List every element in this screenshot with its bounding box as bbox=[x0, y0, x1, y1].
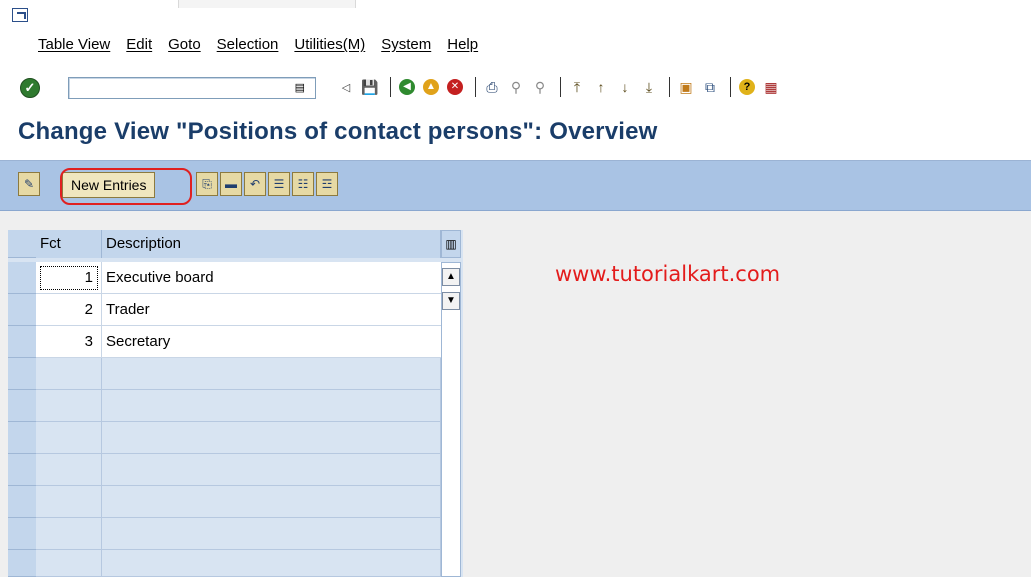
select-all-rows-cell[interactable] bbox=[8, 230, 36, 258]
prev-page-icon[interactable]: ↑ bbox=[591, 77, 611, 97]
shortcut-icon[interactable]: ⧉ bbox=[700, 77, 720, 97]
column-header-description[interactable]: Description bbox=[102, 230, 441, 258]
new-session-icon[interactable]: ▣ bbox=[676, 77, 696, 97]
table-cell-description[interactable]: Executive board bbox=[102, 262, 441, 294]
select-all-icon[interactable]: ☰ bbox=[268, 172, 290, 196]
empty-cell[interactable] bbox=[36, 518, 102, 550]
system-menu-icon[interactable] bbox=[12, 8, 28, 22]
help-icon[interactable]: ? bbox=[737, 77, 757, 97]
toolbar-separator bbox=[730, 77, 731, 97]
menu-items: Table View Edit Goto Selection Utilities… bbox=[38, 36, 494, 53]
deselect-all-icon[interactable]: ☲ bbox=[316, 172, 338, 196]
empty-cell[interactable] bbox=[102, 454, 441, 486]
table-settings-icon[interactable]: ▥ bbox=[441, 230, 461, 258]
command-history-icon[interactable]: ▤ bbox=[295, 81, 305, 94]
empty-cell[interactable] bbox=[36, 390, 102, 422]
table-cell-description[interactable]: Secretary bbox=[102, 326, 441, 358]
find-icon[interactable]: ⚲ bbox=[506, 77, 526, 97]
watermark-text: www.tutorialkart.com bbox=[555, 262, 781, 286]
cancel-icon[interactable]: ✕ bbox=[445, 77, 465, 97]
row-selector[interactable] bbox=[8, 422, 36, 454]
empty-cell[interactable] bbox=[102, 486, 441, 518]
row-selector[interactable] bbox=[8, 390, 36, 422]
empty-cell[interactable] bbox=[36, 358, 102, 390]
exit-icon[interactable]: ▲ bbox=[421, 77, 441, 97]
empty-cell[interactable] bbox=[102, 518, 441, 550]
row-selector[interactable] bbox=[8, 326, 36, 358]
menu-help[interactable]: Help bbox=[447, 36, 478, 53]
table-cell-fct[interactable]: 3 bbox=[36, 326, 102, 358]
table-cell-fct[interactable]: 1 bbox=[36, 262, 102, 294]
first-page-icon[interactable]: ⤒ bbox=[567, 77, 587, 97]
customize-layout-icon[interactable]: ▦ bbox=[761, 77, 781, 97]
command-field[interactable]: ▤ bbox=[68, 77, 316, 99]
row-selector[interactable] bbox=[8, 518, 36, 550]
next-page-icon[interactable]: ↓ bbox=[615, 77, 635, 97]
page-title: Change View "Positions of contact person… bbox=[18, 118, 658, 145]
empty-cell[interactable] bbox=[36, 486, 102, 518]
row-selector[interactable] bbox=[8, 262, 36, 294]
toolbar-separator bbox=[475, 77, 476, 97]
toolbar-separator bbox=[669, 77, 670, 97]
menu-edit[interactable]: Edit bbox=[126, 36, 152, 53]
menu-table-view[interactable]: Table View bbox=[38, 36, 110, 53]
row-selector[interactable] bbox=[8, 358, 36, 390]
table-cell-fct[interactable]: 2 bbox=[36, 294, 102, 326]
row-selector[interactable] bbox=[8, 550, 36, 577]
toolbar-separator bbox=[390, 77, 391, 97]
scroll-down-icon[interactable]: ▼ bbox=[442, 292, 460, 310]
last-page-icon[interactable]: ⤓ bbox=[639, 77, 659, 97]
empty-cell[interactable] bbox=[102, 390, 441, 422]
menu-system[interactable]: System bbox=[381, 36, 431, 53]
history-back-icon[interactable]: ◁ bbox=[336, 77, 356, 97]
menu-utilities[interactable]: Utilities(M) bbox=[294, 36, 365, 53]
menu-goto[interactable]: Goto bbox=[168, 36, 201, 53]
toolbar-separator bbox=[560, 77, 561, 97]
empty-cell[interactable] bbox=[36, 422, 102, 454]
scroll-up-icon[interactable]: ▲ bbox=[442, 268, 460, 286]
highlight-annotation bbox=[60, 168, 192, 205]
system-toolbar-buttons: ◁ 💾 ◀ ▲ ✕ ⎙ ⚲ ⚲ ⤒ ↑ ↓ ⤓ ▣ ⧉ ? ▦ bbox=[336, 76, 785, 98]
window-tab bbox=[178, 0, 356, 8]
find-next-icon[interactable]: ⚲ bbox=[530, 77, 550, 97]
save-icon[interactable]: 💾 bbox=[360, 77, 380, 97]
select-block-icon[interactable]: ☷ bbox=[292, 172, 314, 196]
undo-change-icon[interactable]: ↶ bbox=[244, 172, 266, 196]
back-nav-icon[interactable]: ◀ bbox=[397, 77, 417, 97]
row-selector[interactable] bbox=[8, 486, 36, 518]
copy-as-icon[interactable]: ⎘ bbox=[196, 172, 218, 196]
display-change-icon[interactable]: ✎ bbox=[18, 172, 40, 196]
table-cell-description[interactable]: Trader bbox=[102, 294, 441, 326]
empty-cell[interactable] bbox=[102, 422, 441, 454]
enter-icon[interactable]: ✓ bbox=[20, 78, 40, 98]
empty-cell[interactable] bbox=[102, 550, 441, 577]
print-icon[interactable]: ⎙ bbox=[482, 77, 502, 97]
empty-cell[interactable] bbox=[36, 454, 102, 486]
empty-cell[interactable] bbox=[102, 358, 441, 390]
row-selector[interactable] bbox=[8, 294, 36, 326]
delete-icon[interactable]: ▬ bbox=[220, 172, 242, 196]
empty-cell[interactable] bbox=[36, 550, 102, 577]
row-selector[interactable] bbox=[8, 454, 36, 486]
command-input[interactable] bbox=[72, 78, 296, 98]
menu-selection[interactable]: Selection bbox=[217, 36, 279, 53]
column-header-fct[interactable]: Fct bbox=[36, 230, 102, 258]
